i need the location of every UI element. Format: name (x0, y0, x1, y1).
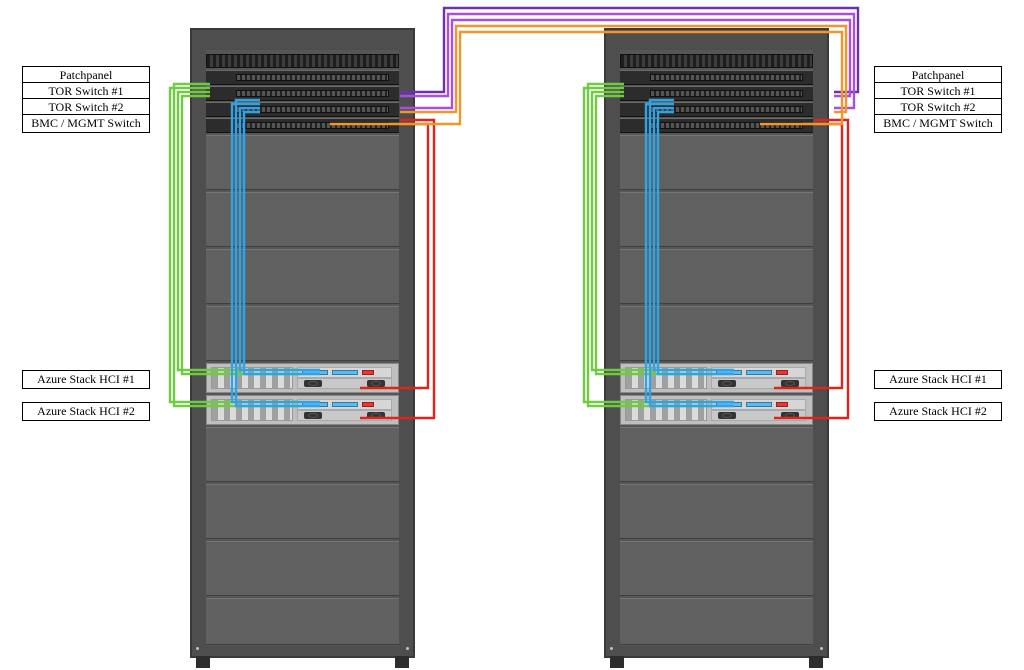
label-hci2-left: Azure Stack HCI #2 (22, 402, 150, 421)
blank-panel (206, 484, 399, 539)
rack-right (604, 28, 829, 658)
tor1-device (620, 86, 813, 101)
label-bmc-right: BMC / MGMT Switch (874, 114, 1002, 133)
tor1-device (206, 86, 399, 101)
rack-vent (620, 54, 813, 68)
blank-panel (620, 192, 813, 247)
tor2-device (620, 102, 813, 117)
cable-overlay (0, 0, 1024, 670)
blank-panel (620, 249, 813, 304)
hci2-device (206, 395, 399, 425)
rack-vent (206, 54, 399, 68)
blank-panel (620, 541, 813, 596)
blank-panel (206, 598, 399, 645)
label-hci1-left: Azure Stack HCI #1 (22, 370, 150, 389)
hci2-device (620, 395, 813, 425)
hci1-device (206, 363, 399, 393)
label-bmc-left: BMC / MGMT Switch (22, 114, 150, 133)
blank-panel (206, 306, 399, 361)
bmc-device (620, 118, 813, 133)
hci1-device (620, 363, 813, 393)
blank-panel (620, 484, 813, 539)
label-hci1-right: Azure Stack HCI #1 (874, 370, 1002, 389)
tor2-device (206, 102, 399, 117)
rack-left (190, 28, 415, 658)
blank-panel (206, 427, 399, 482)
patchpanel-device (620, 70, 813, 85)
blank-panel (206, 249, 399, 304)
blank-panel (620, 135, 813, 190)
blank-panel (206, 541, 399, 596)
bmc-device (206, 118, 399, 133)
blank-panel (620, 306, 813, 361)
blank-panel (206, 192, 399, 247)
label-hci2-right: Azure Stack HCI #2 (874, 402, 1002, 421)
blank-panel (206, 135, 399, 190)
patchpanel-device (206, 70, 399, 85)
blank-panel (620, 598, 813, 645)
blank-panel (620, 427, 813, 482)
